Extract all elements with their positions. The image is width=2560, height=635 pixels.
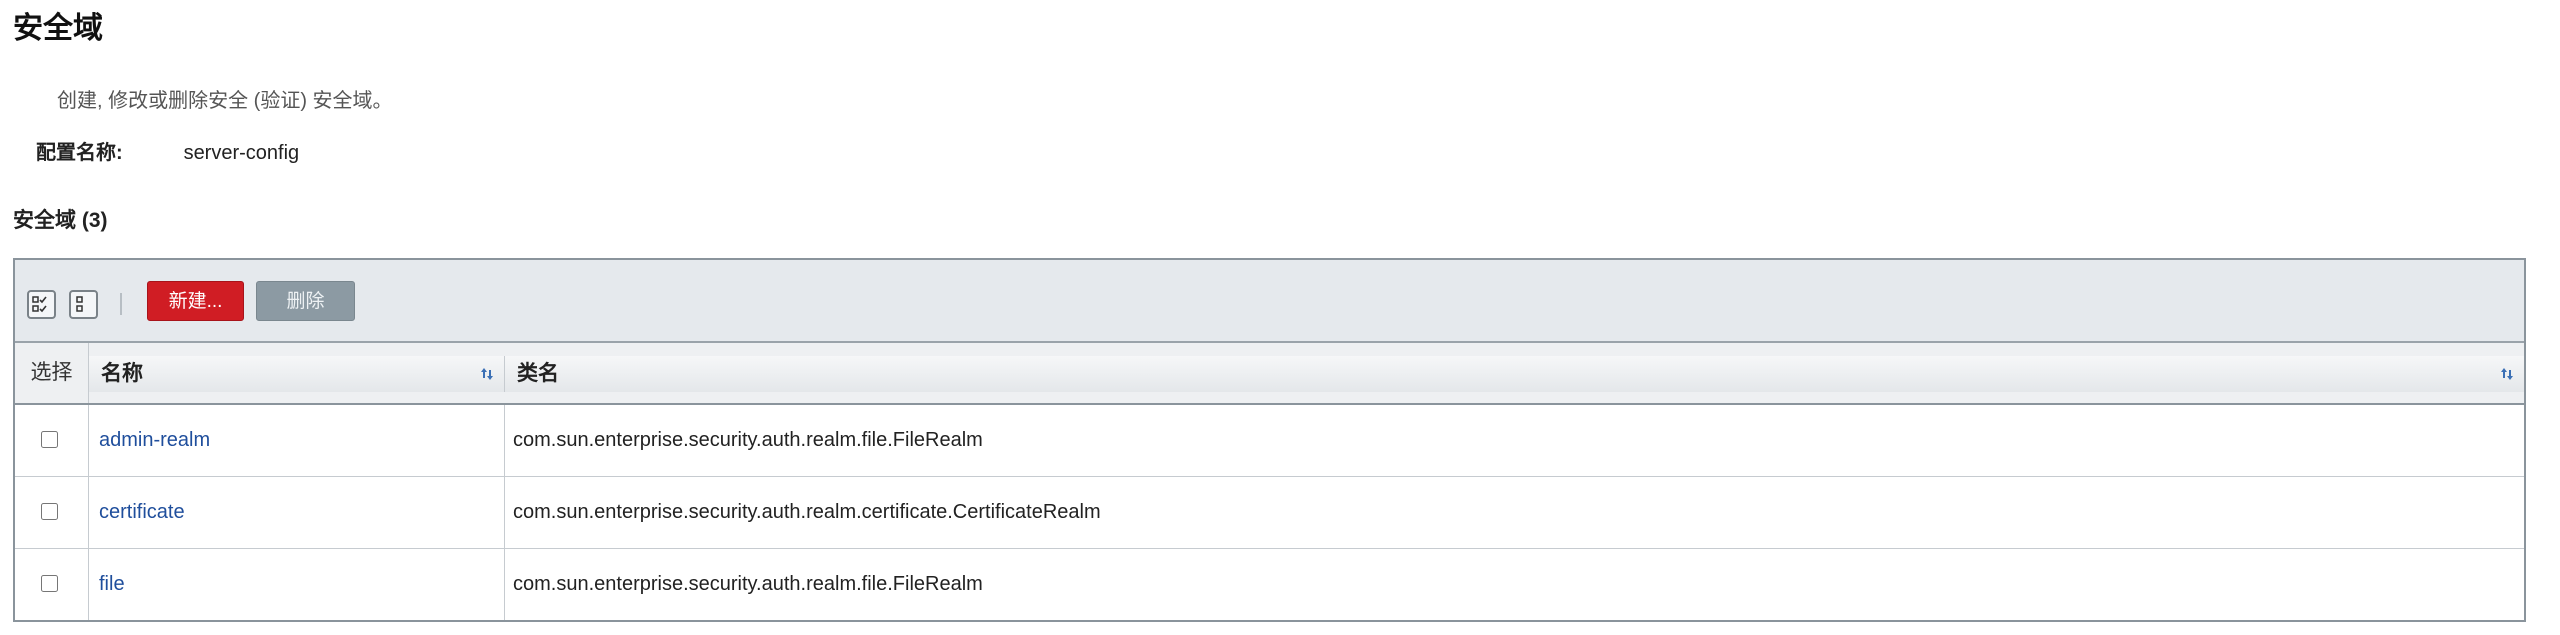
row-classname-cell: com.sun.enterprise.security.auth.realm.f…: [513, 573, 983, 595]
row-select-cell: [15, 477, 89, 548]
table-toolbar: 新建... 删除: [15, 260, 2524, 343]
sort-icon[interactable]: [2500, 365, 2514, 383]
column-header-select: 选择: [15, 343, 89, 403]
config-name-row: 配置名称: server-config: [36, 140, 299, 166]
table-header: 选择 名称 类名: [15, 343, 2524, 405]
table-row: file com.sun.enterprise.security.auth.re…: [15, 549, 2524, 621]
table-row: admin-realm com.sun.enterprise.security.…: [15, 405, 2524, 477]
column-header-classname[interactable]: 类名: [505, 356, 2524, 392]
table-row: certificate com.sun.enterprise.security.…: [15, 477, 2524, 549]
security-realms-page: 安全域 创建, 修改或删除安全 (验证) 安全域。 配置名称: server-c…: [0, 0, 2560, 635]
realm-name-link[interactable]: file: [99, 573, 125, 595]
column-header-classname-label: 类名: [517, 362, 559, 385]
sort-icon[interactable]: [480, 365, 494, 383]
config-name-value: server-config: [183, 142, 300, 164]
row-classname-cell: com.sun.enterprise.security.auth.realm.c…: [513, 501, 1101, 523]
row-checkbox[interactable]: [41, 431, 58, 448]
page-help-text: 创建, 修改或删除安全 (验证) 安全域。: [57, 90, 393, 112]
select-all-icon[interactable]: [27, 290, 56, 319]
row-name-cell: certificate: [89, 477, 505, 548]
table-title: 安全域 (3): [13, 209, 108, 232]
row-classname-cell: com.sun.enterprise.security.auth.realm.f…: [513, 429, 983, 451]
row-name-cell: file: [89, 549, 505, 620]
deselect-all-icon[interactable]: [69, 290, 98, 319]
config-name-label: 配置名称:: [36, 142, 123, 164]
delete-button[interactable]: 删除: [256, 281, 355, 321]
row-name-cell: admin-realm: [89, 405, 505, 476]
realm-name-link[interactable]: admin-realm: [99, 429, 210, 451]
toolbar-separator: [120, 293, 122, 315]
row-select-cell: [15, 549, 89, 620]
page-title: 安全域: [13, 12, 103, 45]
row-checkbox[interactable]: [41, 575, 58, 592]
realms-table: 新建... 删除 选择 名称 类名 admin-realm com.sun.en…: [13, 258, 2526, 622]
column-header-name[interactable]: 名称: [89, 356, 505, 392]
row-checkbox[interactable]: [41, 503, 58, 520]
realm-name-link[interactable]: certificate: [99, 501, 185, 523]
new-button[interactable]: 新建...: [147, 281, 244, 321]
row-select-cell: [15, 405, 89, 476]
column-header-name-label: 名称: [101, 362, 143, 385]
